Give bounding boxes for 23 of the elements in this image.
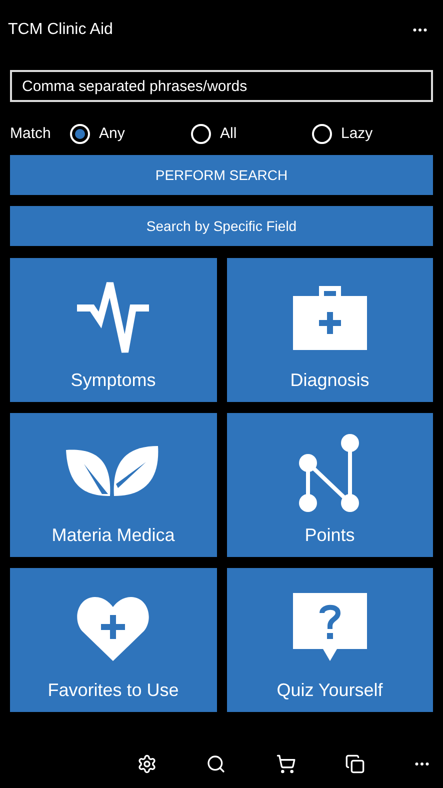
search-icon[interactable] [206,754,226,774]
radio-option[interactable]: Lazy [312,122,433,146]
heartbeat-icon [76,282,150,354]
connected-nodes-icon [298,432,362,512]
search-button[interactable]: Search by Specific Field [10,206,433,246]
match-label: Match [10,124,52,144]
question-bubble-icon [292,592,367,662]
category-tile[interactable]: Favorites to Use [10,568,216,712]
first-aid-kit-icon [292,286,367,350]
category-tile[interactable]: Symptoms [10,258,216,402]
app-title: TCM Clinic Aid [8,20,113,40]
radio-option[interactable]: All [191,122,312,146]
category-tile[interactable]: Materia Medica [10,413,216,557]
heart-plus-icon [76,594,150,660]
settings-icon[interactable] [137,754,157,774]
copy-icon[interactable] [345,754,365,774]
category-tile[interactable]: Diagnosis [226,258,433,402]
category-tile[interactable]: Quiz Yourself [226,568,433,712]
search-button[interactable]: PERFORM SEARCH [10,155,433,195]
category-tile[interactable]: Points [226,413,433,557]
cart-icon[interactable] [276,754,296,774]
search-field[interactable]: Comma separated phrases/words [10,70,433,102]
radio-option[interactable]: Any [70,122,191,146]
